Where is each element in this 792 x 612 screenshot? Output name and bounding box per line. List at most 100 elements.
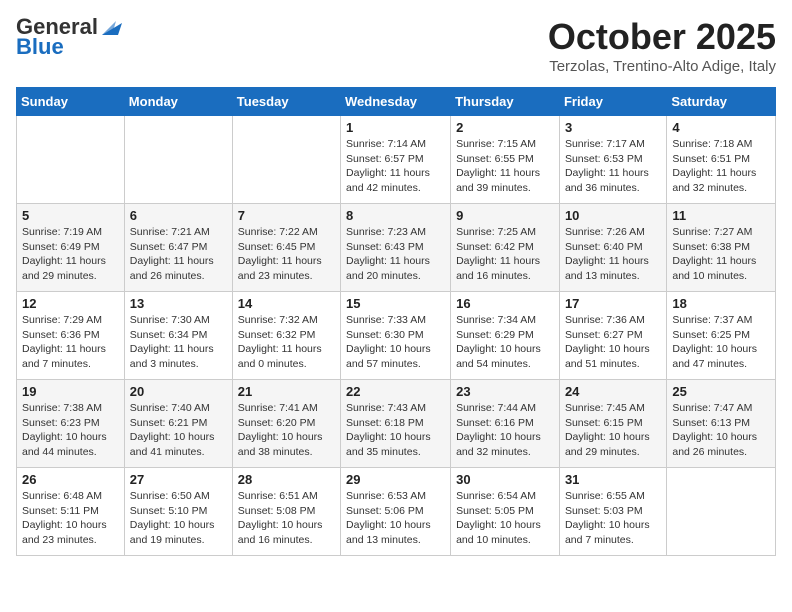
day-number: 12 xyxy=(22,296,119,311)
day-info: Sunrise: 7:29 AMSunset: 6:36 PMDaylight:… xyxy=(22,313,119,372)
day-number: 21 xyxy=(238,384,335,399)
day-info: Sunrise: 7:41 AMSunset: 6:20 PMDaylight:… xyxy=(238,401,335,460)
calendar-week-2: 5 Sunrise: 7:19 AMSunset: 6:49 PMDaylight… xyxy=(17,204,776,292)
calendar-cell: 29Sunrise: 6:53 AMSunset: 5:06 PMDayligh… xyxy=(341,468,451,556)
day-number: 1 xyxy=(346,120,445,135)
calendar-cell: 24 Sunrise: 7:45 AMSunset: 6:15 PMDayligh… xyxy=(559,380,666,468)
day-info: Sunrise: 7:34 AMSunset: 6:29 PMDaylight:… xyxy=(456,313,554,372)
day-info: Sunrise: 7:14 AMSunset: 6:57 PMDaylight:… xyxy=(346,137,445,196)
day-number: 26 xyxy=(22,472,119,487)
day-number: 22 xyxy=(346,384,445,399)
calendar-cell: 15 Sunrise: 7:33 AMSunset: 6:30 PMDayligh… xyxy=(341,292,451,380)
calendar-cell: 5 Sunrise: 7:19 AMSunset: 6:49 PMDaylight… xyxy=(17,204,125,292)
day-info: Sunrise: 7:23 AMSunset: 6:43 PMDaylight:… xyxy=(346,225,445,284)
calendar-cell: 17 Sunrise: 7:36 AMSunset: 6:27 PMDayligh… xyxy=(559,292,666,380)
day-info: Sunrise: 7:18 AMSunset: 6:51 PMDaylight:… xyxy=(672,137,770,196)
calendar-cell: 19Sunrise: 7:38 AMSunset: 6:23 PMDayligh… xyxy=(17,380,125,468)
day-number: 10 xyxy=(565,208,661,223)
day-info: Sunrise: 6:48 AMSunset: 5:11 PMDaylight:… xyxy=(22,489,119,548)
day-number: 2 xyxy=(456,120,554,135)
day-number: 31 xyxy=(565,472,661,487)
logo-blue: Blue xyxy=(16,34,64,59)
calendar-cell: 11Sunrise: 7:27 AMSunset: 6:38 PMDayligh… xyxy=(667,204,776,292)
day-number: 25 xyxy=(672,384,770,399)
day-info: Sunrise: 6:50 AMSunset: 5:10 PMDaylight:… xyxy=(130,489,227,548)
day-number: 5 xyxy=(22,208,119,223)
day-info: Sunrise: 7:17 AMSunset: 6:53 PMDaylight:… xyxy=(565,137,661,196)
header-sunday: Sunday xyxy=(17,88,125,116)
calendar-cell: 3 Sunrise: 7:17 AMSunset: 6:53 PMDaylight… xyxy=(559,116,666,204)
calendar-cell xyxy=(17,116,125,204)
day-info: Sunrise: 7:27 AMSunset: 6:38 PMDaylight:… xyxy=(672,225,770,284)
calendar-week-4: 19Sunrise: 7:38 AMSunset: 6:23 PMDayligh… xyxy=(17,380,776,468)
header-monday: Monday xyxy=(124,88,232,116)
day-info: Sunrise: 7:21 AMSunset: 6:47 PMDaylight:… xyxy=(130,225,227,284)
page-header: General Blue October 2025 Terzolas, Tren… xyxy=(16,16,776,75)
day-number: 24 xyxy=(565,384,661,399)
day-info: Sunrise: 7:47 AMSunset: 6:13 PMDaylight:… xyxy=(672,401,770,460)
day-info: Sunrise: 7:40 AMSunset: 6:21 PMDaylight:… xyxy=(130,401,227,460)
header-wednesday: Wednesday xyxy=(341,88,451,116)
day-number: 13 xyxy=(130,296,227,311)
header-friday: Friday xyxy=(559,88,666,116)
day-number: 9 xyxy=(456,208,554,223)
calendar-cell: 16 Sunrise: 7:34 AMSunset: 6:29 PMDayligh… xyxy=(451,292,560,380)
calendar-cell: 31Sunrise: 6:55 AMSunset: 5:03 PMDayligh… xyxy=(559,468,666,556)
day-number: 7 xyxy=(238,208,335,223)
calendar-week-5: 26 Sunrise: 6:48 AMSunset: 5:11 PMDayligh… xyxy=(17,468,776,556)
day-info: Sunrise: 7:43 AMSunset: 6:18 PMDaylight:… xyxy=(346,401,445,460)
day-number: 23 xyxy=(456,384,554,399)
location: Terzolas, Trentino-Alto Adige, Italy xyxy=(548,58,776,75)
logo-wing-icon xyxy=(98,19,124,37)
header-tuesday: Tuesday xyxy=(232,88,340,116)
calendar-cell: 1 Sunrise: 7:14 AMSunset: 6:57 PMDaylight… xyxy=(341,116,451,204)
day-number: 27 xyxy=(130,472,227,487)
calendar-cell: 21 Sunrise: 7:41 AMSunset: 6:20 PMDayligh… xyxy=(232,380,340,468)
day-number: 16 xyxy=(456,296,554,311)
day-number: 29 xyxy=(346,472,445,487)
calendar-cell: 18 Sunrise: 7:37 AMSunset: 6:25 PMDayligh… xyxy=(667,292,776,380)
day-number: 15 xyxy=(346,296,445,311)
calendar-cell: 23 Sunrise: 7:44 AMSunset: 6:16 PMDayligh… xyxy=(451,380,560,468)
header-thursday: Thursday xyxy=(451,88,560,116)
day-info: Sunrise: 7:36 AMSunset: 6:27 PMDaylight:… xyxy=(565,313,661,372)
day-number: 20 xyxy=(130,384,227,399)
calendar-table: SundayMondayTuesdayWednesdayThursdayFrid… xyxy=(16,87,776,556)
calendar-cell: 30Sunrise: 6:54 AMSunset: 5:05 PMDayligh… xyxy=(451,468,560,556)
calendar-cell: 22 Sunrise: 7:43 AMSunset: 6:18 PMDayligh… xyxy=(341,380,451,468)
calendar-cell: 7Sunrise: 7:22 AMSunset: 6:45 PMDaylight… xyxy=(232,204,340,292)
calendar-cell: 4Sunrise: 7:18 AMSunset: 6:51 PMDaylight… xyxy=(667,116,776,204)
day-info: Sunrise: 7:37 AMSunset: 6:25 PMDaylight:… xyxy=(672,313,770,372)
day-info: Sunrise: 7:38 AMSunset: 6:23 PMDaylight:… xyxy=(22,401,119,460)
calendar-cell: 8 Sunrise: 7:23 AMSunset: 6:43 PMDaylight… xyxy=(341,204,451,292)
day-info: Sunrise: 7:30 AMSunset: 6:34 PMDaylight:… xyxy=(130,313,227,372)
day-number: 6 xyxy=(130,208,227,223)
logo: General Blue xyxy=(16,16,124,58)
calendar-cell: 12 Sunrise: 7:29 AMSunset: 6:36 PMDayligh… xyxy=(17,292,125,380)
calendar-cell xyxy=(667,468,776,556)
day-number: 28 xyxy=(238,472,335,487)
calendar-cell: 27 Sunrise: 6:50 AMSunset: 5:10 PMDayligh… xyxy=(124,468,232,556)
day-number: 18 xyxy=(672,296,770,311)
day-info: Sunrise: 7:19 AMSunset: 6:49 PMDaylight:… xyxy=(22,225,119,284)
calendar-cell: 9 Sunrise: 7:25 AMSunset: 6:42 PMDaylight… xyxy=(451,204,560,292)
calendar-header-row: SundayMondayTuesdayWednesdayThursdayFrid… xyxy=(17,88,776,116)
day-number: 17 xyxy=(565,296,661,311)
day-info: Sunrise: 7:32 AMSunset: 6:32 PMDaylight:… xyxy=(238,313,335,372)
day-info: Sunrise: 7:44 AMSunset: 6:16 PMDaylight:… xyxy=(456,401,554,460)
calendar-cell: 10 Sunrise: 7:26 AMSunset: 6:40 PMDayligh… xyxy=(559,204,666,292)
day-info: Sunrise: 7:33 AMSunset: 6:30 PMDaylight:… xyxy=(346,313,445,372)
day-info: Sunrise: 7:45 AMSunset: 6:15 PMDaylight:… xyxy=(565,401,661,460)
calendar-cell: 20 Sunrise: 7:40 AMSunset: 6:21 PMDayligh… xyxy=(124,380,232,468)
day-info: Sunrise: 7:25 AMSunset: 6:42 PMDaylight:… xyxy=(456,225,554,284)
calendar-cell: 13 Sunrise: 7:30 AMSunset: 6:34 PMDayligh… xyxy=(124,292,232,380)
calendar-cell: 28 Sunrise: 6:51 AMSunset: 5:08 PMDayligh… xyxy=(232,468,340,556)
day-number: 30 xyxy=(456,472,554,487)
day-info: Sunrise: 6:51 AMSunset: 5:08 PMDaylight:… xyxy=(238,489,335,548)
calendar-cell: 14 Sunrise: 7:32 AMSunset: 6:32 PMDayligh… xyxy=(232,292,340,380)
day-number: 14 xyxy=(238,296,335,311)
day-number: 3 xyxy=(565,120,661,135)
day-info: Sunrise: 7:26 AMSunset: 6:40 PMDaylight:… xyxy=(565,225,661,284)
day-number: 8 xyxy=(346,208,445,223)
month-title: October 2025 xyxy=(548,16,776,58)
